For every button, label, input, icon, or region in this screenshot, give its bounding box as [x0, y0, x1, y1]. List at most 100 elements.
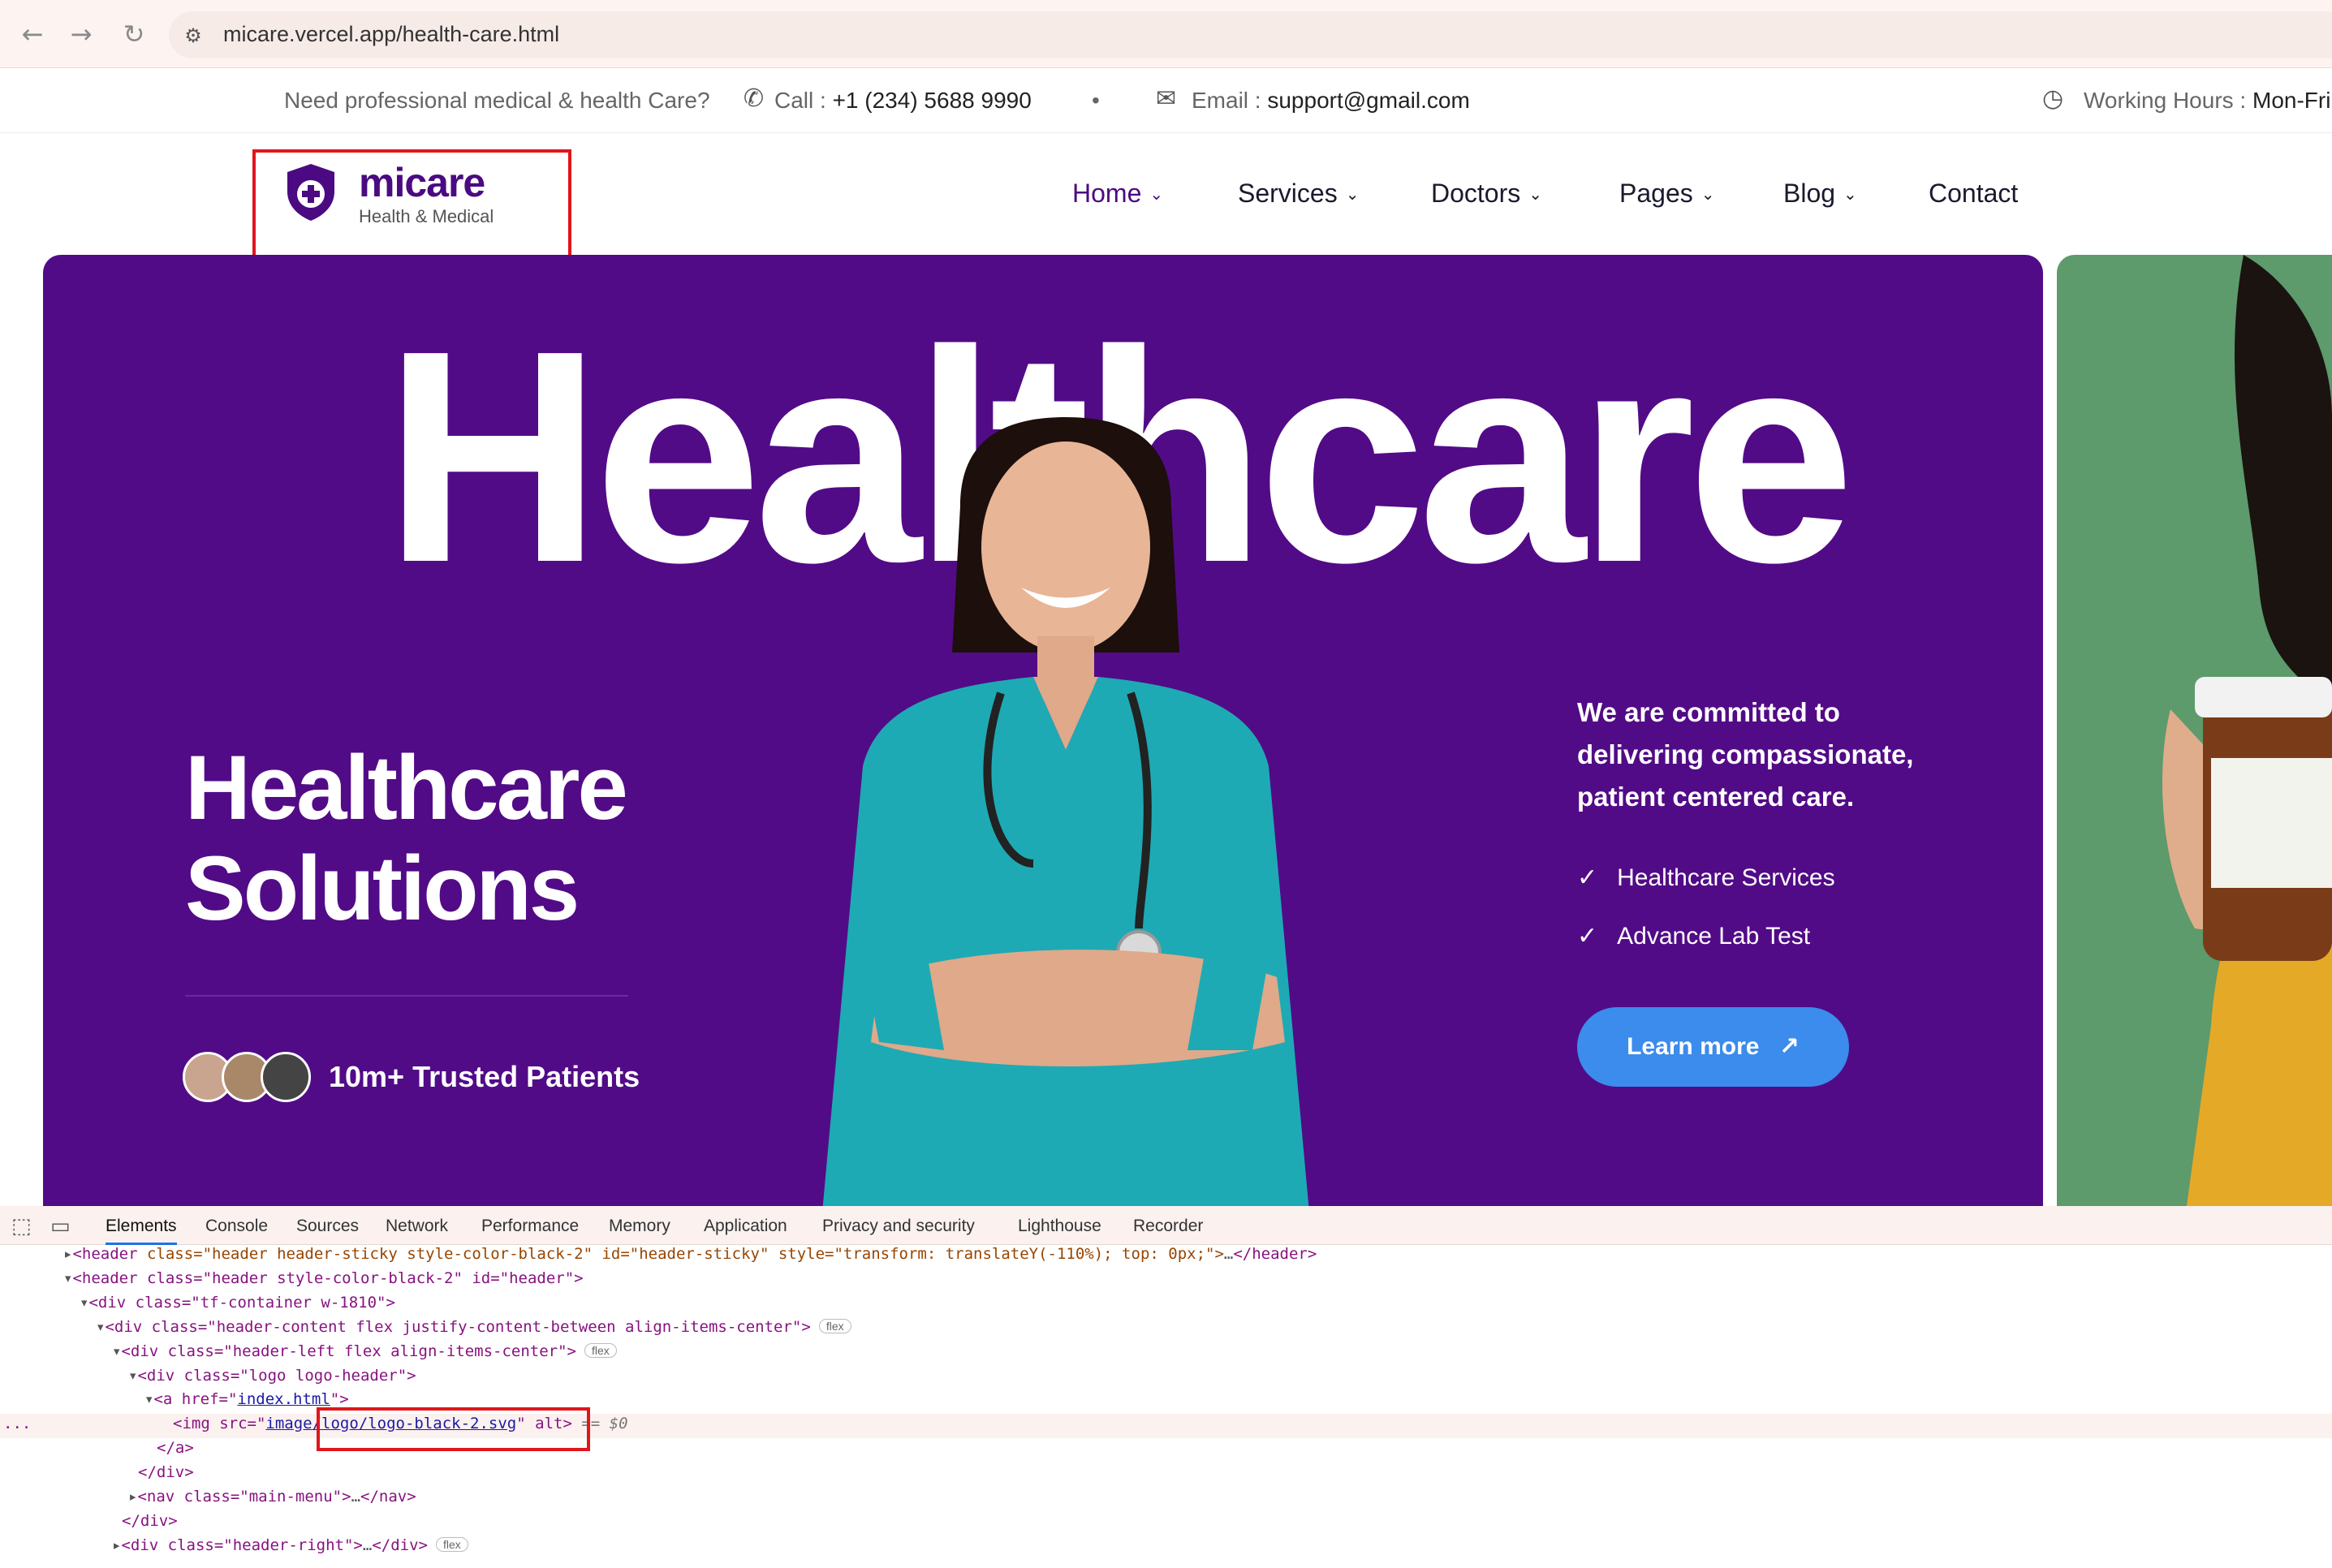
menu-doctors-label: Doctors: [1431, 179, 1521, 208]
logo-highlight-box: [252, 149, 571, 263]
menu-pages[interactable]: Pages ⌄: [1619, 179, 1715, 209]
hero-commitment-text: We are committed to delivering compassio…: [1577, 697, 1914, 812]
email-value[interactable]: support@gmail.com: [1267, 88, 1469, 113]
menu-blog[interactable]: Blog ⌄: [1783, 179, 1857, 209]
collapsed-ellipsis[interactable]: …: [1224, 1245, 1233, 1263]
check-item-label: Healthcare Services: [1617, 864, 1835, 891]
tab-recorder[interactable]: Recorder: [1133, 1217, 1203, 1236]
dom-gutter: ...: [3, 1415, 32, 1432]
dom-close-tag: </header>: [1233, 1245, 1317, 1263]
collapsed-ellipsis[interactable]: …: [363, 1536, 372, 1554]
img-src-highlight-box: [317, 1407, 590, 1451]
collapse-arrow-icon[interactable]: ▾: [96, 1318, 105, 1336]
check-item: ✓ Advance Lab Test: [1577, 922, 1810, 950]
check-item-label: Advance Lab Test: [1617, 923, 1811, 950]
dom-line-container[interactable]: ▾<div class="tf-container w-1810">: [80, 1294, 395, 1312]
phone-icon: ✆: [744, 84, 765, 113]
dom-tag: <header: [72, 1245, 138, 1263]
dom-line-sticky-header[interactable]: ▸<header class="header header-sticky sty…: [63, 1245, 1317, 1263]
collapse-arrow-icon[interactable]: ▾: [80, 1294, 88, 1312]
arrow-up-right-icon: ↗: [1778, 1032, 1800, 1061]
learn-more-label: Learn more: [1627, 1033, 1760, 1060]
reload-icon[interactable]: ↻: [118, 18, 150, 50]
arrow-left-icon[interactable]: ←: [16, 18, 49, 50]
menu-blog-label: Blog: [1783, 179, 1836, 208]
topbar-email[interactable]: Email : support@gmail.com: [1192, 88, 1470, 114]
device-toolbar-icon[interactable]: ▭: [50, 1214, 71, 1238]
call-value[interactable]: +1 (234) 5688 9990: [833, 88, 1032, 113]
topbar-hours: Working Hours : Mon-Fri: [2084, 88, 2330, 114]
collapse-arrow-icon[interactable]: ▾: [112, 1342, 121, 1360]
chevron-down-icon: ⌄: [1149, 184, 1164, 204]
dom-attrs: class="header header-sticky style-color-…: [137, 1245, 1224, 1263]
call-label: Call :: [774, 88, 826, 113]
tab-memory[interactable]: Memory: [609, 1217, 670, 1236]
tab-privacy-security[interactable]: Privacy and security: [822, 1217, 975, 1236]
dom-tag: ">: [330, 1390, 349, 1408]
menu-services-label: Services: [1238, 179, 1338, 208]
dom-line-header[interactable]: ▾<header class="header style-color-black…: [63, 1269, 584, 1287]
menu-doctors[interactable]: Doctors ⌄: [1431, 179, 1542, 209]
dom-line-nav[interactable]: ▸<nav class="main-menu">…</nav>: [128, 1488, 416, 1506]
trusted-patients: 10m+ Trusted Patients: [329, 1060, 640, 1093]
dom-line-logo[interactable]: ▾<div class="logo logo-header">: [128, 1367, 416, 1385]
dom-link[interactable]: index.html: [237, 1390, 330, 1408]
tune-icon[interactable]: ⚙: [180, 23, 206, 49]
check-item: ✓ Healthcare Services: [1577, 864, 1835, 892]
menu-home[interactable]: Home ⌄: [1072, 179, 1163, 209]
collapse-arrow-icon[interactable]: ▾: [128, 1367, 137, 1385]
patient-avatars: [183, 1052, 313, 1104]
clock-icon: ◷: [2042, 84, 2064, 113]
collapsed-ellipsis[interactable]: …: [351, 1488, 360, 1506]
dom-line-header-right[interactable]: ▸<div class="header-right">…</div> flex: [112, 1536, 468, 1554]
menu-services[interactable]: Services ⌄: [1238, 179, 1359, 209]
hero-heading-line1: Healthcare: [185, 737, 628, 838]
url-text[interactable]: micare.vercel.app/health-care.html: [223, 22, 559, 47]
expand-arrow-icon[interactable]: ▸: [128, 1488, 137, 1506]
tab-performance[interactable]: Performance: [481, 1217, 579, 1236]
chevron-down-icon: ⌄: [1843, 184, 1857, 204]
email-label: Email :: [1192, 88, 1261, 113]
dom-line-header-content[interactable]: ▾<div class="header-content flex justify…: [96, 1318, 851, 1336]
dom-line-anchor-close[interactable]: </a>: [157, 1439, 194, 1457]
tab-application[interactable]: Application: [704, 1217, 787, 1236]
dom-tag: <header class="header style-color-black-…: [72, 1269, 584, 1287]
dom-tag: <a href=": [153, 1390, 238, 1408]
hero-side-slide[interactable]: [2057, 255, 2332, 1206]
dom-tag: <img src=": [173, 1415, 266, 1432]
dom-close-tag: </nav>: [360, 1488, 416, 1506]
check-icon: ✓: [1577, 864, 1598, 892]
inspect-element-icon[interactable]: ⬚: [11, 1214, 32, 1238]
menu-contact[interactable]: Contact: [1929, 179, 2018, 209]
expand-arrow-icon[interactable]: ▸: [112, 1536, 121, 1554]
dom-line-div-close[interactable]: </div>: [138, 1463, 194, 1481]
hero-divider: [185, 995, 628, 997]
mail-icon: ✉: [1156, 84, 1177, 113]
tab-network[interactable]: Network: [386, 1217, 448, 1236]
tab-console[interactable]: Console: [205, 1217, 268, 1236]
expand-arrow-icon[interactable]: ▸: [63, 1245, 72, 1263]
avatar: [261, 1052, 311, 1102]
hero-heading: Healthcare Solutions: [185, 737, 628, 939]
learn-more-button[interactable]: Learn more ↗: [1577, 1007, 1849, 1087]
menu-pages-label: Pages: [1619, 179, 1693, 208]
topbar-call[interactable]: Call : +1 (234) 5688 9990: [774, 88, 1032, 114]
flex-badge[interactable]: flex: [818, 1319, 851, 1333]
tab-sources[interactable]: Sources: [296, 1217, 359, 1236]
dom-tag: <nav class="main-menu">: [137, 1488, 351, 1506]
arrow-right-icon[interactable]: →: [65, 18, 97, 50]
dom-line-anchor[interactable]: ▾<a href="index.html">: [144, 1390, 349, 1408]
collapse-arrow-icon[interactable]: ▾: [63, 1269, 72, 1287]
tab-elements[interactable]: Elements: [106, 1217, 177, 1245]
woman-with-bottle-image: [2162, 255, 2332, 1206]
flex-badge[interactable]: flex: [584, 1343, 617, 1358]
menu-home-label: Home: [1072, 179, 1142, 208]
dom-line-div-close[interactable]: </div>: [122, 1512, 178, 1530]
dom-tag: <div class="logo logo-header">: [137, 1367, 416, 1385]
dom-line-header-left[interactable]: ▾<div class="header-left flex align-item…: [112, 1342, 617, 1360]
flex-badge[interactable]: flex: [435, 1537, 468, 1552]
tab-lighthouse[interactable]: Lighthouse: [1018, 1217, 1101, 1236]
collapse-arrow-icon[interactable]: ▾: [144, 1390, 153, 1408]
check-icon: ✓: [1577, 922, 1598, 950]
chevron-down-icon: ⌄: [1345, 184, 1360, 204]
